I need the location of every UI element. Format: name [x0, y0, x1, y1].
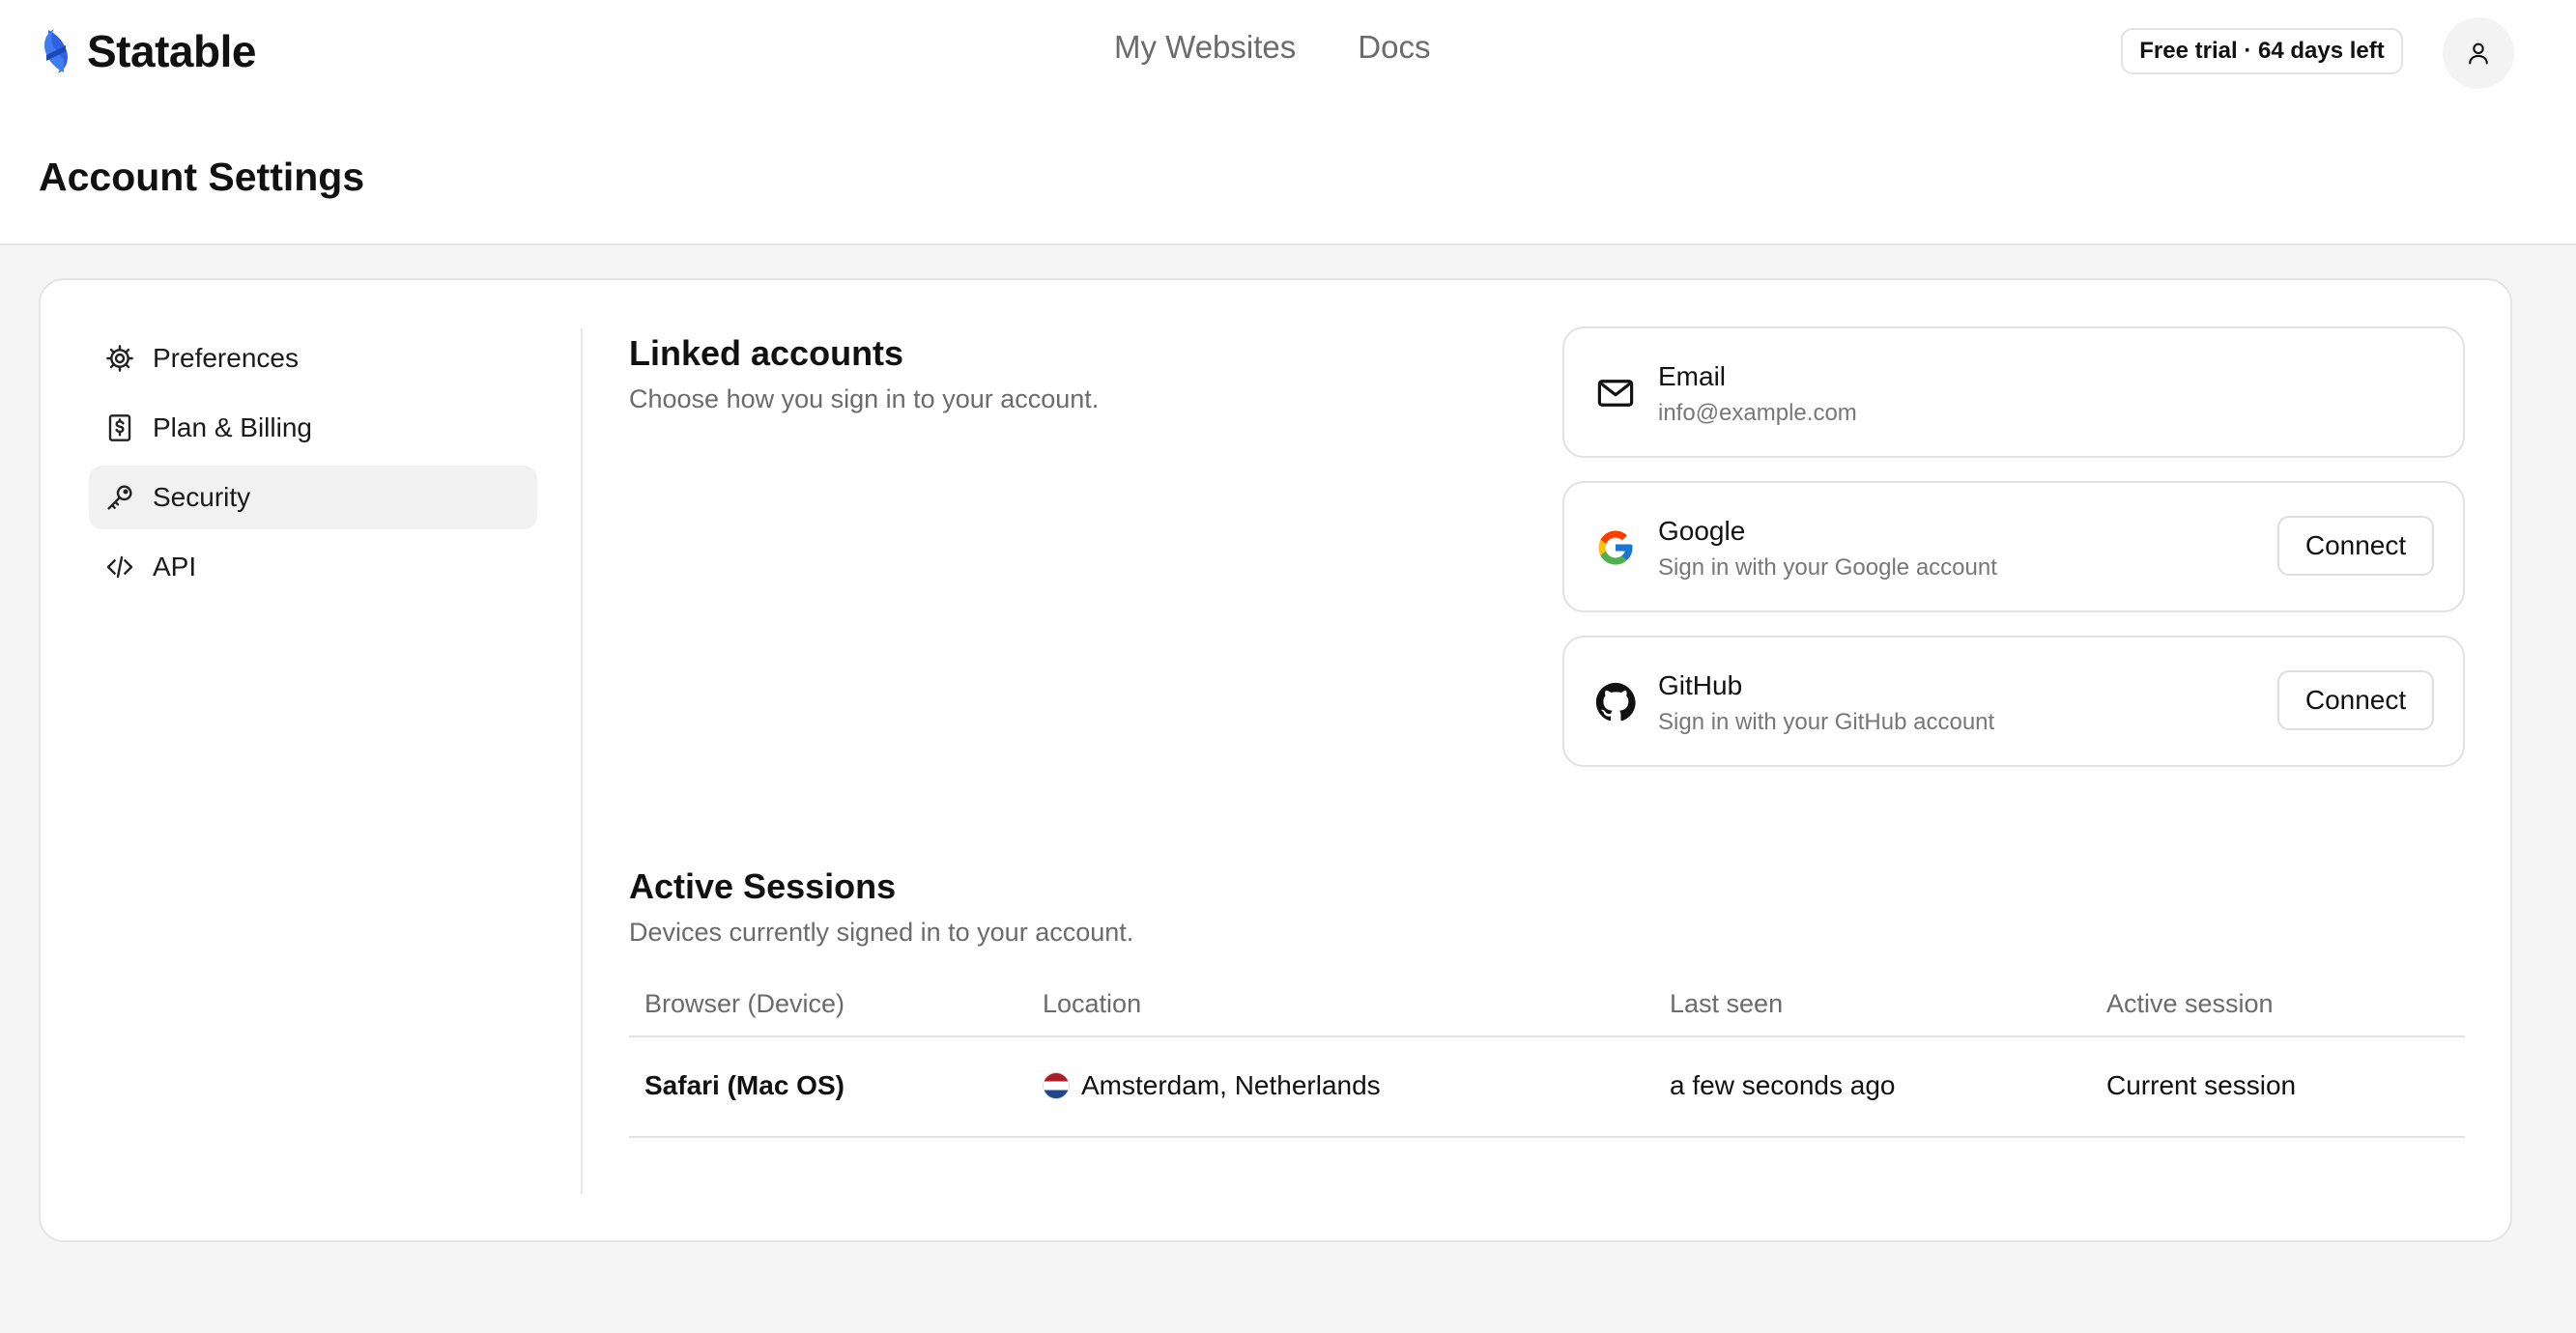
session-status: Current session	[2106, 1070, 2297, 1100]
google-icon	[1598, 530, 1633, 565]
nav-docs[interactable]: Docs	[1358, 29, 1430, 66]
linked-account-email: Email info@example.com	[1562, 326, 2465, 458]
session-last-seen: a few seconds ago	[1670, 1070, 1896, 1100]
sidebar-item-label: Security	[153, 482, 251, 512]
nav-my-websites[interactable]: My Websites	[1114, 29, 1296, 66]
billing-icon	[108, 414, 131, 441]
connect-google-button[interactable]: Connect	[2277, 516, 2434, 576]
sidebar-item-label: API	[153, 552, 197, 581]
column-header-last-seen: Last seen	[1670, 989, 1784, 1018]
app-name: Statable	[87, 26, 256, 76]
statable-logo-icon	[44, 29, 68, 73]
linked-accounts-subtitle: Choose how you sign in to your account.	[629, 384, 1100, 413]
sidebar-item-preferences[interactable]: Preferences	[89, 326, 537, 390]
key-icon	[107, 485, 132, 510]
trial-badge[interactable]: Free trial · 64 days left	[2121, 28, 2403, 74]
session-location: Amsterdam, Netherlands	[1043, 1070, 1381, 1101]
page-title: Account Settings	[39, 155, 365, 199]
active-sessions-title: Active Sessions	[629, 866, 897, 906]
settings-card: Preferences Plan & Billing Security API	[39, 278, 2512, 1242]
column-header-location: Location	[1043, 989, 1142, 1018]
column-header-browser: Browser (Device)	[644, 989, 845, 1018]
table-row: Safari (Mac OS) Amsterdam, Netherlands a…	[629, 1037, 2465, 1138]
account-name: Google	[1658, 516, 1746, 546]
sidebar-item-security[interactable]: Security	[89, 466, 537, 529]
account-name: GitHub	[1658, 670, 1743, 700]
app-logo[interactable]: Statable	[39, 25, 256, 77]
sessions-table: Browser (Device) Location Last seen Acti…	[629, 987, 2465, 1138]
mail-icon	[1597, 380, 1634, 407]
settings-sidebar: Preferences Plan & Billing Security API	[89, 326, 537, 605]
sidebar-item-label: Preferences	[153, 343, 299, 373]
account-description: info@example.com	[1658, 400, 1857, 426]
main-nav: My Websites Docs	[1114, 29, 1430, 66]
top-header: Statable My Websites Docs Free trial · 6…	[0, 0, 2576, 245]
linked-account-google: Google Sign in with your Google account …	[1562, 481, 2465, 612]
sidebar-divider	[581, 328, 583, 1194]
table-header: Browser (Device) Location Last seen Acti…	[629, 987, 2465, 1037]
user-icon	[2469, 43, 2488, 65]
sidebar-item-api[interactable]: API	[89, 535, 537, 599]
gear-icon	[106, 345, 133, 372]
connect-github-button[interactable]: Connect	[2277, 670, 2434, 730]
user-avatar-button[interactable]	[2443, 17, 2514, 89]
account-description: Sign in with your GitHub account	[1658, 709, 1995, 735]
sidebar-item-label: Plan & Billing	[153, 412, 312, 442]
linked-account-github: GitHub Sign in with your GitHub account …	[1562, 636, 2465, 767]
active-sessions-subtitle: Devices currently signed in to your acco…	[629, 918, 1134, 947]
column-header-active-session: Active session	[2106, 989, 2274, 1018]
account-name: Email	[1658, 361, 1727, 391]
session-browser: Safari (Mac OS)	[644, 1070, 844, 1100]
netherlands-flag-icon	[1043, 1072, 1070, 1099]
account-description: Sign in with your Google account	[1658, 554, 1997, 581]
code-icon	[106, 555, 133, 579]
linked-accounts-title: Linked accounts	[629, 333, 904, 373]
github-icon	[1595, 682, 1636, 722]
sidebar-item-plan-billing[interactable]: Plan & Billing	[89, 396, 537, 460]
session-location-text: Amsterdam, Netherlands	[1081, 1070, 1381, 1100]
